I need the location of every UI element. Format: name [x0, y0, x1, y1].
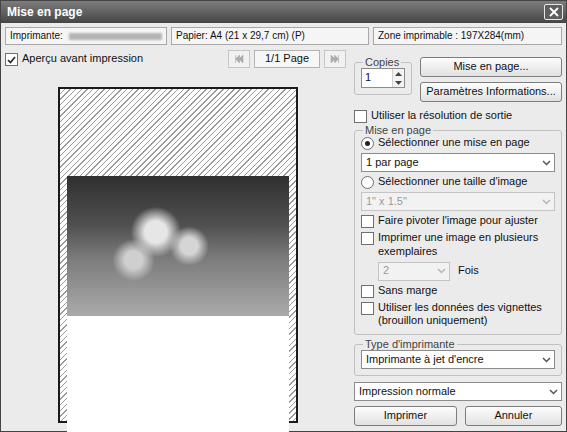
layout-option-row[interactable]: Utiliser les données des vignettes (brou…	[361, 301, 555, 329]
layout-mode-radio[interactable]	[361, 137, 374, 150]
printer-type-select-value: Imprimante à jet d'encre	[366, 353, 538, 367]
layout-mode-radio-row[interactable]: Sélectionner une mise en page	[361, 136, 555, 150]
printer-label: Imprimante:	[10, 30, 63, 43]
copies-count-select[interactable]: 2	[378, 262, 450, 281]
page-setup-dialog: Mise en page Imprimante: Papier: A4 (21 x …	[0, 0, 567, 432]
layout-mode-select-value: 1 par page	[366, 156, 538, 170]
close-icon	[549, 7, 559, 17]
layout-mode-label[interactable]: Sélectionner une mise en page	[378, 136, 530, 150]
paper-label: Papier: A4 (21 x 29,7 cm) (P)	[176, 30, 305, 43]
layout-mode-radio[interactable]	[361, 176, 374, 189]
dropdown-arrow-icon[interactable]	[538, 199, 554, 205]
copies-group: Copies1	[354, 57, 412, 95]
prev-page-button[interactable]	[228, 50, 250, 68]
window-title: Mise en page	[7, 5, 82, 20]
layout-option-checkbox[interactable]	[361, 302, 374, 315]
first-page-icon	[234, 55, 244, 63]
layout-mode-select-value: 1" x 1.5"	[366, 195, 538, 209]
cancel-button[interactable]: Annuler	[465, 406, 562, 426]
dropdown-arrow-icon[interactable]	[538, 357, 554, 363]
print-quality-select-value: Impression normale	[359, 385, 545, 399]
layout-option-label[interactable]: Utiliser les données des vignettes (brou…	[378, 301, 555, 329]
layout-option-label[interactable]: Sans marge	[378, 284, 437, 298]
layout-option-row[interactable]: Imprimer une image en plusieurs exemplai…	[361, 231, 555, 259]
layout-group: Mise en pageSélectionner une mise en pag…	[354, 125, 562, 335]
output-resolution-label[interactable]: Utiliser la résolution de sortie	[371, 109, 512, 123]
layout-option-label[interactable]: Faire pivoter l'image pour ajuster	[378, 214, 538, 228]
printable-area-label: Zone imprimable : 197X284(mm)	[378, 30, 524, 43]
copies-legend: Copies	[363, 57, 401, 68]
printer-field: Imprimante:	[5, 27, 167, 45]
close-button[interactable]	[544, 4, 563, 20]
output-resolution-checkbox[interactable]	[354, 110, 367, 123]
last-page-icon	[330, 55, 340, 63]
photo-preview	[67, 176, 289, 316]
radio-dot	[365, 141, 370, 146]
layout-option-row[interactable]: Sans marge	[361, 284, 555, 298]
next-page-button[interactable]	[324, 50, 346, 68]
printer-type-select[interactable]: Imprimante à jet d'encre	[361, 350, 555, 369]
layout-option-label[interactable]: Imprimer une image en plusieurs exemplai…	[378, 231, 555, 259]
copies-value[interactable]: 1	[362, 69, 392, 87]
print-quality-select[interactable]: Impression normale	[354, 382, 562, 401]
dropdown-arrow-icon[interactable]	[545, 389, 561, 395]
layout-legend: Mise en page	[363, 125, 433, 136]
print-preview-page	[58, 87, 298, 423]
copies-spinner[interactable]: 1	[361, 68, 405, 88]
layout-mode-select[interactable]: 1 par page	[361, 153, 555, 172]
output-resolution-row[interactable]: Utiliser la résolution de sortie	[354, 109, 562, 123]
preview-checkbox[interactable]	[5, 53, 18, 66]
layout-mode-select[interactable]: 1" x 1.5"	[361, 192, 555, 211]
copies-count-unit: Fois	[458, 264, 479, 278]
paper-field: Papier: A4 (21 x 29,7 cm) (P)	[171, 27, 369, 45]
layout-option-checkbox[interactable]	[361, 285, 374, 298]
printer-type-legend: Type d'imprimante	[363, 339, 457, 350]
info-settings-button[interactable]: Paramètres Informations...	[420, 82, 562, 102]
title-bar: Mise en page	[1, 1, 566, 23]
layout-option-checkbox[interactable]	[361, 232, 374, 245]
copies-count-select-value: 2	[383, 264, 433, 278]
tick-icon	[7, 56, 16, 64]
page-setup-button[interactable]: Mise en page...	[420, 57, 562, 77]
preview-checkbox-row[interactable]: Aperçu avant impression	[5, 52, 143, 66]
page-indicator: 1/1 Page	[254, 50, 320, 68]
dropdown-arrow-icon[interactable]	[433, 268, 449, 274]
layout-mode-label[interactable]: Sélectionner une taille d'image	[378, 175, 527, 189]
layout-mode-radio-row[interactable]: Sélectionner une taille d'image	[361, 175, 555, 189]
dropdown-arrow-icon[interactable]	[538, 160, 554, 166]
print-button[interactable]: Imprimer	[354, 406, 457, 426]
page-navigation: 1/1 Page	[228, 50, 346, 68]
printer-type-group: Type d'imprimante Imprimante à jet d'encr…	[354, 339, 562, 376]
preview-label[interactable]: Aperçu avant impression	[22, 52, 143, 66]
layout-option-checkbox[interactable]	[361, 215, 374, 228]
spinner-arrows-icon[interactable]	[392, 69, 404, 87]
printable-area-field: Zone imprimable : 197X284(mm)	[373, 27, 562, 45]
layout-option-row[interactable]: Faire pivoter l'image pour ajuster	[361, 214, 555, 228]
